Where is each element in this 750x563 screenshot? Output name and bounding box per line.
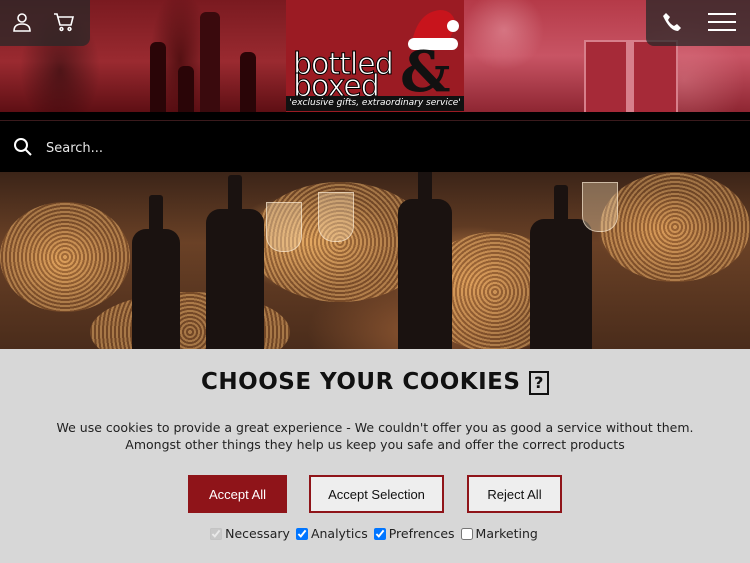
cookie-emoji-glyph: ? [528, 371, 549, 395]
cookie-title: CHOOSE YOUR COOKIES ? [0, 369, 750, 395]
reject-all-button[interactable]: Reject All [467, 475, 562, 513]
cookie-description: We use cookies to provide a great experi… [56, 420, 694, 452]
cookie-option-necessary[interactable]: Necessary [210, 526, 290, 541]
necessary-label: Necessary [225, 526, 290, 541]
phone-icon [663, 13, 681, 31]
search-input[interactable] [44, 135, 728, 161]
cookie-option-preferences[interactable]: Prefrences [373, 526, 455, 541]
preferences-checkbox[interactable] [373, 527, 386, 540]
marketing-label: Marketing [475, 526, 538, 541]
logo-ampersand: & [400, 39, 451, 105]
menu-button[interactable] [698, 0, 746, 44]
cookie-consent-panel: CHOOSE YOUR COOKIES ? We use cookies to … [0, 349, 750, 563]
cookie-option-analytics[interactable]: Analytics [295, 526, 368, 541]
search-bar [0, 120, 750, 173]
phone-menu-group [646, 0, 750, 46]
site-header: bottled boxed & 'exclusive gifts, extrao… [0, 0, 750, 112]
accept-selection-button[interactable]: Accept Selection [309, 475, 444, 513]
cookie-title-text: CHOOSE YOUR COOKIES [201, 369, 521, 395]
accept-all-button[interactable]: Accept All [188, 475, 287, 513]
account-cart-group [0, 0, 90, 46]
site-logo[interactable]: bottled boxed & 'exclusive gifts, extrao… [286, 0, 464, 112]
marketing-checkbox[interactable] [460, 527, 473, 540]
logo-tagline: 'exclusive gifts, extraordinary service' [286, 96, 464, 111]
hero-banner-image [0, 172, 750, 349]
user-icon [13, 13, 31, 32]
cookie-options: Necessary Analytics Prefrences Marketing [0, 526, 750, 541]
account-button[interactable] [0, 0, 44, 44]
analytics-checkbox[interactable] [295, 527, 308, 540]
preferences-label: Prefrences [388, 526, 455, 541]
search-icon[interactable] [13, 137, 33, 157]
hamburger-menu-icon [708, 13, 736, 31]
cart-icon [54, 13, 75, 32]
analytics-label: Analytics [310, 526, 368, 541]
cookie-option-marketing[interactable]: Marketing [460, 526, 538, 541]
cart-button[interactable] [42, 0, 86, 44]
phone-button[interactable] [650, 0, 694, 44]
necessary-checkbox[interactable] [210, 527, 223, 540]
